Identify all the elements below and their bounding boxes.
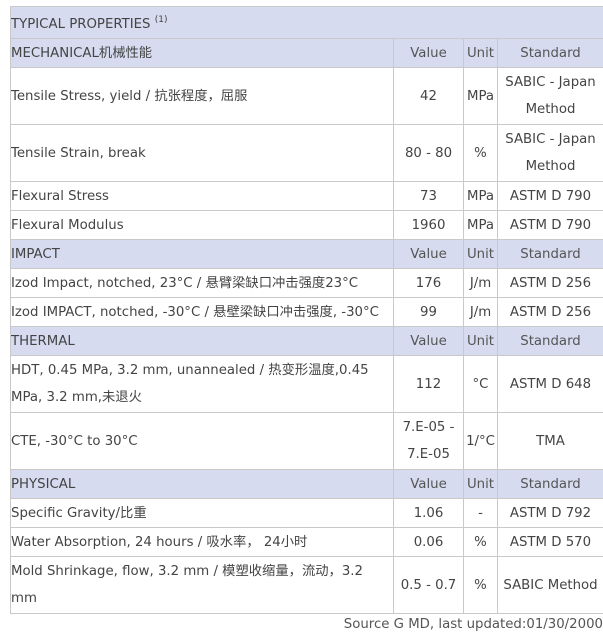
property-unit: % [463,124,498,182]
property-value: 42 [393,67,464,125]
property-standard: ASTM D 792 [497,498,603,528]
table-title: TYPICAL PROPERTIES (1) [10,6,603,39]
property-value: 0.06 [393,527,464,557]
table-row: Tensile Stress, yield / 抗张程度，屈服 42 MPa S… [10,67,603,125]
column-header-standard: Standard [497,469,603,499]
property-value: 80 - 80 [393,124,464,182]
property-unit: MPa [463,181,498,211]
property-value: 112 [393,355,464,413]
section-header-physical: PHYSICAL Value Unit Standard [10,469,603,499]
table-title-text: TYPICAL PROPERTIES [11,17,151,32]
property-unit: % [463,556,498,614]
section-name: MECHANICAL机械性能 [10,38,394,68]
table-row: Flexural Stress 73 MPa ASTM D 790 [10,181,603,211]
table-title-note: (1) [154,15,168,25]
property-value: 0.5 - 0.7 [393,556,464,614]
section-name: IMPACT [10,239,394,269]
column-header-value: Value [393,38,464,68]
property-standard: ASTM D 256 [497,297,603,327]
section-name: THERMAL [10,326,394,356]
column-header-value: Value [393,469,464,499]
property-value: 7.E-05 - 7.E-05 [393,412,464,470]
property-name: Flexural Stress [10,181,394,211]
property-unit: °C [463,355,498,413]
table-row: Water Absorption, 24 hours / 吸水率， 24小时 0… [10,527,603,557]
section-header-mechanical: MECHANICAL机械性能 Value Unit Standard [10,38,603,68]
section-name: PHYSICAL [10,469,394,499]
property-standard: ASTM D 256 [497,268,603,298]
property-name: Flexural Modulus [10,210,394,240]
property-name: Water Absorption, 24 hours / 吸水率， 24小时 [10,527,394,557]
property-unit: MPa [463,67,498,125]
table-row: Izod Impact, notched, 23°C / 悬臂梁缺口冲击强度23… [10,268,603,298]
column-header-standard: Standard [497,326,603,356]
property-name: Tensile Stress, yield / 抗张程度，屈服 [10,67,394,125]
property-value: 1960 [393,210,464,240]
property-standard: TMA [497,412,603,470]
table-row: Tensile Strain, break 80 - 80 % SABIC - … [10,124,603,182]
page: TYPICAL PROPERTIES (1) MECHANICAL机械性能 Va… [0,0,603,636]
property-value: 1.06 [393,498,464,528]
table-row: CTE, -30°C to 30°C 7.E-05 - 7.E-05 1/°C … [10,412,603,470]
property-unit: 1/°C [463,412,498,470]
property-name: Izod IMPACT, notched, -30°C / 悬壁梁缺口冲击强度,… [10,297,394,327]
column-header-value: Value [393,239,464,269]
property-name: HDT, 0.45 MPa, 3.2 mm, unannealed / 热变形温… [10,355,394,413]
property-standard: ASTM D 790 [497,210,603,240]
properties-table: TYPICAL PROPERTIES (1) MECHANICAL机械性能 Va… [10,6,603,614]
property-value: 99 [393,297,464,327]
property-unit: MPa [463,210,498,240]
column-header-standard: Standard [497,38,603,68]
column-header-value: Value [393,326,464,356]
property-value: 176 [393,268,464,298]
property-standard: SABIC Method [497,556,603,614]
table-row: Flexural Modulus 1960 MPa ASTM D 790 [10,210,603,240]
property-value: 73 [393,181,464,211]
property-name: Specific Gravity/比重 [10,498,394,528]
property-unit: - [463,498,498,528]
column-header-unit: Unit [463,469,498,499]
property-unit: % [463,527,498,557]
property-unit: J/m [463,297,498,327]
table-title-row: TYPICAL PROPERTIES (1) [10,6,603,39]
source-footer: Source G MD, last updated:01/30/2000 [343,617,603,632]
section-header-impact: IMPACT Value Unit Standard [10,239,603,269]
property-standard: ASTM D 648 [497,355,603,413]
column-header-unit: Unit [463,38,498,68]
column-header-standard: Standard [497,239,603,269]
table-row: HDT, 0.45 MPa, 3.2 mm, unannealed / 热变形温… [10,355,603,413]
property-name: Tensile Strain, break [10,124,394,182]
table-row: Mold Shrinkage, flow, 3.2 mm / 模塑收缩量，流动，… [10,556,603,614]
property-name: CTE, -30°C to 30°C [10,412,394,470]
property-unit: J/m [463,268,498,298]
column-header-unit: Unit [463,326,498,356]
property-standard: ASTM D 790 [497,181,603,211]
property-name: Izod Impact, notched, 23°C / 悬臂梁缺口冲击强度23… [10,268,394,298]
table-row: Specific Gravity/比重 1.06 - ASTM D 792 [10,498,603,528]
property-name: Mold Shrinkage, flow, 3.2 mm / 模塑收缩量，流动，… [10,556,394,614]
column-header-unit: Unit [463,239,498,269]
property-standard: ASTM D 570 [497,527,603,557]
table-row: Izod IMPACT, notched, -30°C / 悬壁梁缺口冲击强度,… [10,297,603,327]
property-standard: SABIC - Japan Method [497,124,603,182]
section-header-thermal: THERMAL Value Unit Standard [10,326,603,356]
property-standard: SABIC - Japan Method [497,67,603,125]
